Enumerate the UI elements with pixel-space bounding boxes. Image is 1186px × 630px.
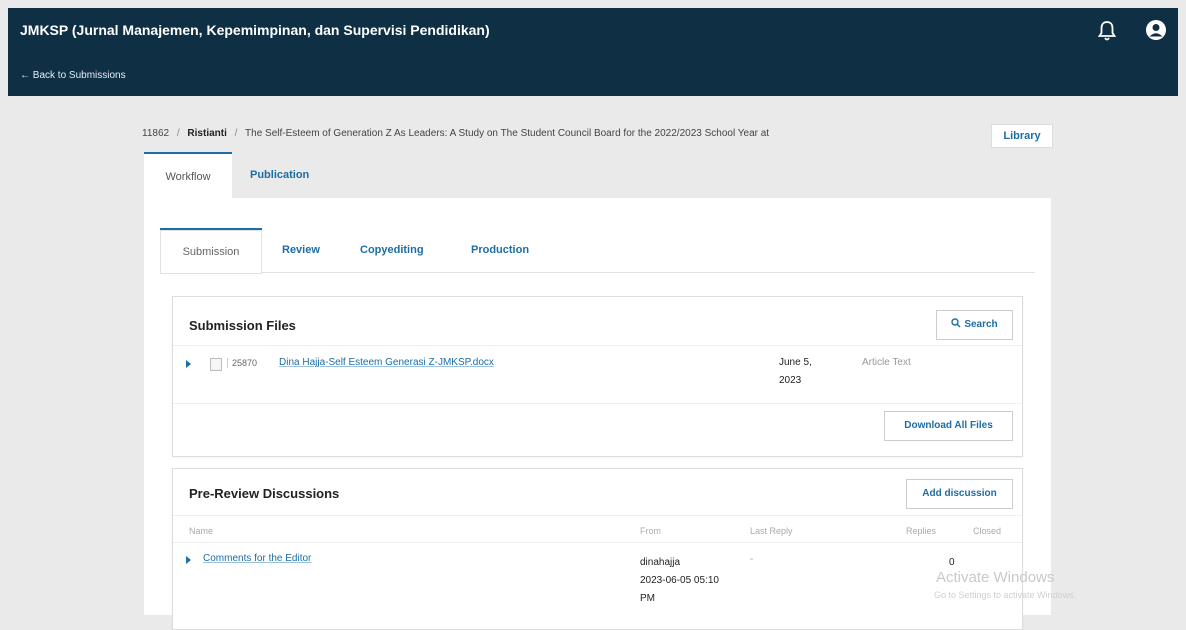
add-discussion-button[interactable]: Add discussion (906, 479, 1013, 509)
journal-title: JMKSP (Jurnal Manajemen, Kepemimpinan, d… (20, 22, 490, 38)
column-header-from: From (640, 526, 661, 536)
app-header: JMKSP (Jurnal Manajemen, Kepemimpinan, d… (8, 8, 1178, 96)
last-reply: - (750, 554, 754, 565)
tab-label: Production (471, 244, 530, 256)
file-name-link[interactable]: Dina Hajja-Self Esteem Generasi Z-JMKSP.… (279, 357, 494, 368)
tab-copyediting[interactable]: Copyediting (360, 228, 424, 272)
file-date: June 5, 2023 (779, 354, 812, 390)
breadcrumb: 11862 / Ristianti / The Self-Esteem of G… (142, 128, 769, 139)
column-header-name: Name (189, 526, 214, 536)
column-header-last-reply: Last Reply (750, 526, 793, 536)
file-id: 25870 (227, 358, 257, 368)
activate-windows-watermark: Activate Windows (936, 569, 1055, 586)
tab-label: Copyediting (360, 244, 424, 256)
discussion-name-link[interactable]: Comments for the Editor (203, 553, 311, 564)
submission-title: The Self-Esteem of Generation Z As Leade… (245, 128, 770, 139)
tab-publication[interactable]: Publication (250, 152, 340, 198)
from-date: 2023-06-05 05:10 (640, 575, 719, 586)
file-row: 25870 Dina Hajja-Self Esteem Generasi Z-… (173, 357, 1022, 397)
column-header-closed: Closed (973, 526, 1002, 536)
search-button[interactable]: Search (936, 310, 1013, 340)
expand-row-icon[interactable] (186, 360, 191, 368)
search-label: Search (964, 319, 998, 330)
expand-row-icon[interactable] (186, 556, 191, 564)
file-date-line: 2023 (779, 375, 802, 386)
tab-submission[interactable]: Submission (160, 228, 262, 274)
discussions-title: Pre-Review Discussions (189, 486, 340, 501)
tab-production[interactable]: Production (471, 228, 529, 272)
tab-label: Workflow (165, 171, 211, 183)
from-time: PM (640, 593, 655, 604)
breadcrumb-separator: / (234, 128, 238, 139)
tab-workflow[interactable]: Workflow (144, 152, 232, 200)
back-to-submissions-link[interactable]: ← Back to Submissions (20, 70, 126, 81)
bell-icon[interactable] (1097, 20, 1117, 42)
submission-author: Ristianti (187, 128, 227, 139)
discussion-from: dinahajja 2023-06-05 05:10 PM (640, 554, 719, 608)
tab-review[interactable]: Review (282, 228, 320, 272)
activate-windows-subtitle: Go to Settings to activate Windows. (934, 590, 1077, 600)
column-header-replies: Replies (906, 526, 937, 536)
submission-files-card: Submission Files Search 25870 Dina Hajja… (172, 296, 1023, 457)
tab-label: Submission (182, 246, 240, 258)
tab-label: Publication (250, 169, 310, 181)
workflow-panel: Submission Review Copyediting Production… (144, 198, 1051, 630)
pre-review-discussions-card: Pre-Review Discussions Add discussion Na… (172, 468, 1023, 630)
library-button[interactable]: Library (991, 124, 1053, 148)
submission-id: 11862 (142, 128, 170, 139)
search-icon (951, 318, 961, 328)
discussion-row: Comments for the Editor dinahajja 2023-0… (173, 553, 1022, 613)
document-icon (210, 358, 222, 371)
file-type: Article Text (862, 357, 911, 368)
submission-files-title: Submission Files (189, 318, 296, 333)
from-user: dinahajja (640, 557, 681, 568)
stage-tab-bar: Submission Review Copyediting Production (160, 228, 1035, 274)
breadcrumb-separator: / (176, 128, 180, 139)
user-circle-icon[interactable] (1145, 19, 1167, 41)
tab-label: Review (282, 244, 320, 256)
file-date-line: June 5, (779, 357, 812, 368)
download-all-files-button[interactable]: Download All Files (884, 411, 1013, 441)
